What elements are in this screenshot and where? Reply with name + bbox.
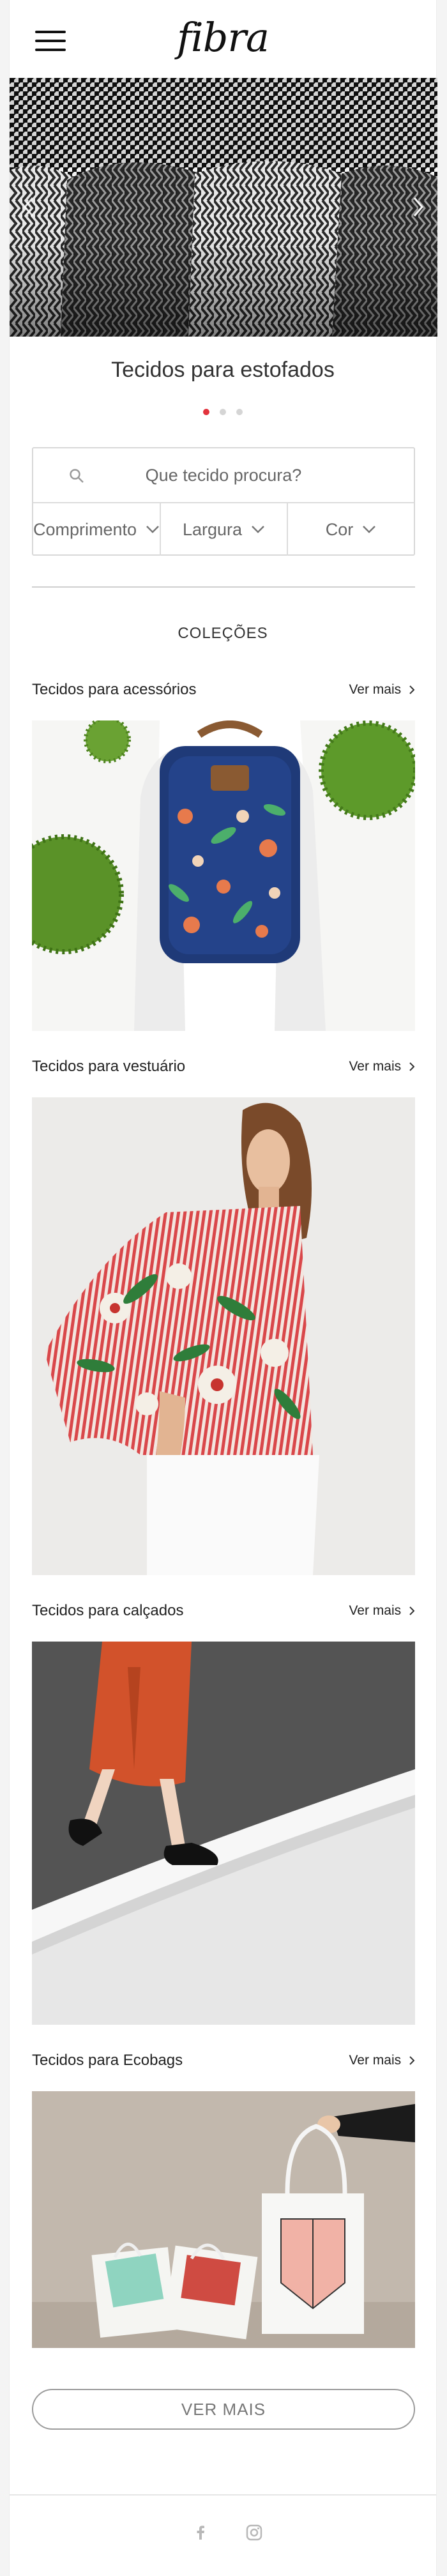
collection-header: Tecidos para acessórios Ver mais <box>32 681 415 704</box>
carousel-dot[interactable] <box>202 409 209 415</box>
collection-title: Tecidos para calçados <box>32 1602 184 1619</box>
chevron-left-icon[interactable] <box>20 193 39 221</box>
carousel-dot[interactable] <box>220 409 226 415</box>
carousel-dot[interactable] <box>236 409 243 415</box>
chevron-right-icon <box>409 685 415 695</box>
page: fibra Tecidos para estofados Que tecido … <box>9 0 437 2576</box>
see-more-button[interactable]: VER MAIS <box>32 2389 415 2430</box>
see-more-label: Ver mais <box>349 1059 402 1074</box>
chevron-down-icon <box>363 526 376 533</box>
chevron-right-icon <box>409 1062 415 1072</box>
filter-label: Largura <box>183 519 243 539</box>
filter-length[interactable]: Comprimento <box>33 503 162 556</box>
carousel-dots <box>10 407 436 418</box>
collection-image-ecobags[interactable] <box>32 2091 415 2348</box>
divider <box>32 586 415 588</box>
see-more-label: Ver mais <box>349 1603 402 1618</box>
see-more-label: Ver mais <box>349 682 402 697</box>
chevron-down-icon <box>252 526 264 533</box>
collection-image-clothing[interactable] <box>32 1097 415 1575</box>
logo[interactable]: fibra <box>10 14 436 61</box>
see-more-link[interactable]: Ver mais <box>349 2053 415 2068</box>
collection-title: Tecidos para vestuário <box>32 1058 186 1075</box>
search-row[interactable] <box>33 448 414 503</box>
see-more-link[interactable]: Ver mais <box>349 1059 415 1074</box>
collection-image-shoes[interactable] <box>32 1642 415 2025</box>
search-input[interactable] <box>33 464 414 486</box>
filter-width[interactable]: Largura <box>161 503 289 556</box>
header: fibra <box>10 0 436 78</box>
collection-image-accessories[interactable] <box>32 720 415 1031</box>
chevron-right-icon[interactable] <box>408 193 427 221</box>
collection-header: Tecidos para Ecobags Ver mais <box>32 2052 415 2075</box>
chevron-right-icon <box>409 1606 415 1616</box>
see-more-label: Ver mais <box>349 2053 402 2068</box>
filter-color[interactable]: Cor <box>288 503 414 556</box>
search-icon <box>70 469 84 483</box>
chevron-down-icon <box>146 526 159 533</box>
see-more-link[interactable]: Ver mais <box>349 1603 415 1619</box>
filter-label: Cor <box>325 519 354 539</box>
hero-caption: Tecidos para estofados <box>111 358 335 382</box>
filter-row: Comprimento Largura Cor <box>33 503 414 556</box>
footer-divider <box>10 2494 436 2496</box>
collection-title: Tecidos para acessórios <box>32 681 197 698</box>
hero-image <box>10 78 437 337</box>
collection-header: Tecidos para calçados Ver mais <box>32 1602 415 1625</box>
filter-label: Comprimento <box>33 519 137 539</box>
collection-header: Tecidos para vestuário Ver mais <box>32 1058 415 1081</box>
collections-title: COLEÇÕES <box>178 625 268 642</box>
see-more-link[interactable]: Ver mais <box>349 682 415 697</box>
chevron-right-icon <box>409 2056 415 2066</box>
hero-carousel[interactable] <box>10 78 437 337</box>
search-panel: Comprimento Largura Cor <box>32 447 415 556</box>
facebook-icon[interactable] <box>191 2523 210 2542</box>
instagram-icon[interactable] <box>245 2523 264 2542</box>
collection-title: Tecidos para Ecobags <box>32 2052 183 2069</box>
